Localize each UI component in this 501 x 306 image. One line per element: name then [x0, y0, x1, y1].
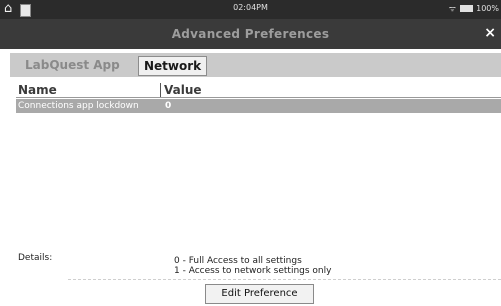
clock: 02:04PM: [233, 3, 268, 12]
header-underline: [16, 97, 501, 98]
table-row[interactable]: Connections app lockdown 0: [16, 99, 501, 113]
battery-icon: [459, 5, 473, 12]
row-name-cell: Connections app lockdown: [18, 101, 139, 111]
details-line: 0 - Full Access to all settings: [174, 256, 302, 266]
column-header-name[interactable]: Name: [18, 83, 57, 97]
column-header-value[interactable]: Value: [164, 83, 202, 97]
tab-network[interactable]: Network: [138, 56, 208, 76]
details-label: Details:: [18, 253, 53, 263]
status-indicators: ᯤ 100%: [449, 3, 499, 14]
status-bar: ⌂ 02:04PM ᯤ 100%: [0, 0, 501, 19]
details-line: 1 - Access to network settings only: [174, 266, 332, 276]
wifi-icon: ᯤ: [448, 4, 457, 13]
table-header: Name Value: [16, 83, 501, 98]
edit-preference-button[interactable]: Edit Preference: [205, 284, 314, 304]
row-value-cell: 0: [165, 101, 172, 111]
tab-bar: LabQuest App Network: [10, 53, 501, 77]
battery-percent: 100%: [476, 4, 499, 13]
details-separator: [68, 279, 501, 280]
tab-labquest-app[interactable]: LabQuest App: [20, 56, 125, 74]
close-icon[interactable]: ×: [484, 25, 496, 41]
window-title: Advanced Preferences: [171, 27, 330, 41]
column-divider[interactable]: [160, 83, 161, 97]
details-text: 0 - Full Access to all settings 1 - Acce…: [174, 256, 331, 276]
title-bar: Advanced Preferences ×: [0, 19, 501, 49]
